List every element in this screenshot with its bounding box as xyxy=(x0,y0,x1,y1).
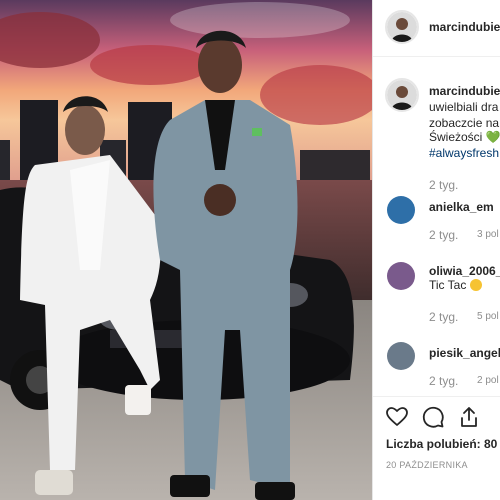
green-heart-icon: 💚 xyxy=(485,130,500,144)
comment-avatar-2[interactable] xyxy=(387,262,415,290)
comment-time-2: 2 tyg. xyxy=(429,310,459,324)
comment-time-1: 2 tyg. xyxy=(429,228,459,242)
header-username[interactable]: marcindubiel xyxy=(429,20,500,34)
smile-emoji-icon xyxy=(469,279,482,291)
comment-text-2-value: Tic Tac xyxy=(429,278,467,292)
comment-avatar-1[interactable] xyxy=(387,196,415,224)
post-header: marcindubiel xyxy=(373,0,500,57)
caption-hashtag[interactable]: #alwaysfresh xyxy=(429,144,499,162)
comment-time-3: 2 tyg. xyxy=(429,374,459,388)
comment-likes-2[interactable]: 5 pol xyxy=(477,311,499,322)
comment-text-2: Tic Tac xyxy=(429,276,482,294)
comment-icon[interactable] xyxy=(421,405,445,429)
post-photo-illustration xyxy=(0,0,372,500)
comment-username-3[interactable]: piesik_angel xyxy=(429,346,500,360)
post-sidebar: marcindubiel marcindubiel uwielbiali dra… xyxy=(372,0,500,500)
comment-likes-3[interactable]: 2 pol xyxy=(477,375,499,386)
caption-avatar[interactable] xyxy=(385,78,419,112)
post-date: 20 PAŹDZIERNIKA xyxy=(386,460,468,470)
author-avatar[interactable] xyxy=(385,10,419,44)
caption-time: 2 tyg. xyxy=(429,178,459,192)
likes-count-text[interactable]: Liczba polubień: 80 3 xyxy=(386,437,500,451)
likes-count[interactable]: Liczba polubień: 80 3 xyxy=(386,437,500,451)
comment-username-1[interactable]: anielka_em xyxy=(429,200,494,214)
post-image[interactable] xyxy=(0,0,372,500)
caption-username[interactable]: marcindubiel xyxy=(429,84,500,98)
share-icon[interactable] xyxy=(457,405,481,429)
caption-line-3-text: Świeżości xyxy=(429,130,483,144)
actions-divider xyxy=(373,396,500,397)
comment-likes-1[interactable]: 3 pol xyxy=(477,229,499,240)
heart-icon[interactable] xyxy=(385,405,409,429)
comment-avatar-3[interactable] xyxy=(387,342,415,370)
